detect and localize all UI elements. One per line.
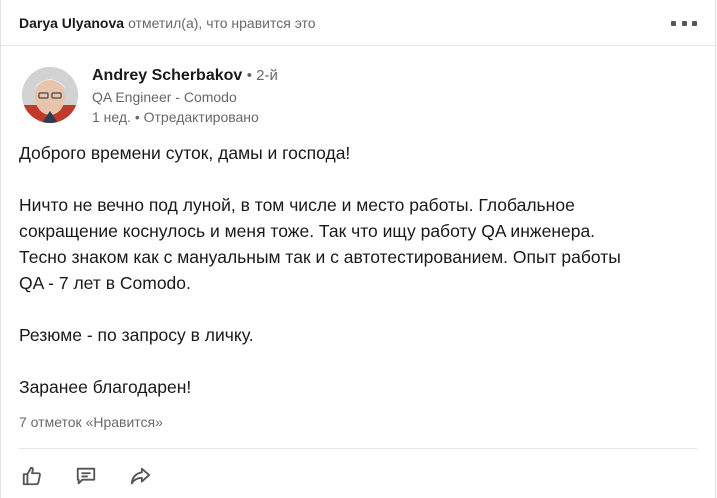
like-button[interactable] (19, 463, 45, 489)
dot (692, 20, 697, 26)
post-line: QA - 7 лет в Comodo. (19, 273, 191, 293)
post-meta: 1 нед. • Отредактировано (92, 109, 259, 125)
thumbs-up-icon (22, 466, 41, 486)
post-line: Резюме - по запросу в личку. (19, 325, 254, 345)
comment-icon (76, 467, 96, 485)
post-line: Доброго времени суток, дамы и господа! (19, 143, 351, 163)
author-headline: QA Engineer - Comodo (92, 89, 237, 105)
activity-header: Darya Ulyanova отметил(а), что нравится … (1, 0, 715, 46)
post-actions (19, 463, 153, 489)
dot (671, 20, 676, 26)
activity-action-text: отметил(а), что нравится это (128, 14, 316, 31)
post-text: Доброго времени суток, дамы и господа! Н… (19, 140, 699, 400)
author-name[interactable]: Andrey Scherbakov (92, 67, 242, 84)
post-line: Заранее благодарен! (19, 377, 192, 397)
share-button[interactable] (127, 463, 153, 489)
connection-degree: • 2-й (246, 67, 278, 84)
comment-button[interactable] (73, 463, 99, 489)
avatar[interactable] (22, 67, 78, 123)
share-icon (130, 467, 151, 485)
dot (681, 20, 687, 26)
post-line: сокращение коснулось и меня тоже. Так чт… (19, 221, 596, 241)
post-line: Ничто не вечно под луной, в том числе и … (19, 195, 575, 215)
post-line: Тесно знаком как с мануальным так и с ав… (19, 247, 621, 267)
author-block: Andrey Scherbakov • 2-й QA Engineer - Co… (92, 65, 278, 127)
more-options-icon[interactable] (671, 16, 697, 30)
feed-post-card: Darya Ulyanova отметил(а), что нравится … (0, 0, 716, 498)
divider (19, 448, 697, 449)
likes-count[interactable]: 7 отметок «Нравится» (19, 414, 163, 430)
activity-actor-name[interactable]: Darya Ulyanova (19, 15, 124, 31)
